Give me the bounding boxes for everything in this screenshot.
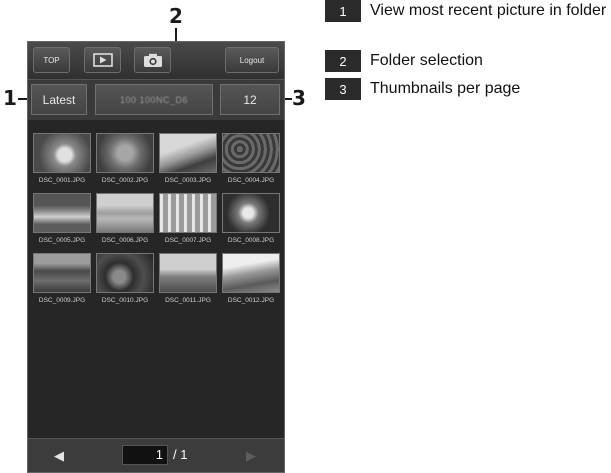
thumbnail-image[interactable]	[159, 253, 217, 293]
prev-arrow-icon: ◀	[54, 448, 64, 463]
thumbnail-item[interactable]: DSC_0012.JPG	[222, 253, 280, 304]
thumbnail-filename: DSC_0011.JPG	[165, 297, 211, 304]
pagination-bar: ◀ 1 / 1 ▶	[28, 438, 284, 472]
thumbnail-filename: DSC_0007.JPG	[164, 237, 212, 244]
thumbnail-item[interactable]: DSC_0010.JPG	[96, 253, 154, 304]
playback-button[interactable]	[84, 47, 121, 73]
legend-item: 1 View most recent picture in folder	[325, 0, 610, 22]
thumbnail-grid: DSC_0001.JPG DSC_0002.JPG DSC_0003.JPG D…	[33, 133, 281, 304]
thumbnail-filename: DSC_0006.JPG	[101, 237, 149, 244]
thumbnail-image[interactable]	[33, 133, 91, 173]
page-number-input[interactable]: 1	[122, 445, 168, 465]
latest-label: Latest	[42, 92, 76, 107]
thumbnail-item[interactable]: DSC_0004.JPG	[222, 133, 280, 184]
thumbnail-item[interactable]: DSC_0002.JPG	[96, 133, 154, 184]
playback-icon	[92, 53, 113, 67]
thumbnail-image[interactable]	[96, 193, 154, 233]
next-arrow-icon: ▶	[246, 448, 256, 463]
thumbnails-per-page-select[interactable]: 12	[220, 84, 280, 115]
thumbnail-item[interactable]: DSC_0007.JPG	[159, 193, 217, 244]
control-bar: Latest 100 100NC_D6 12	[28, 80, 284, 120]
folder-select[interactable]: 100 100NC_D6	[95, 84, 213, 115]
legend-number: 3	[325, 78, 361, 100]
legend-item: 3 Thumbnails per page	[325, 78, 610, 100]
logout-button[interactable]: Logout	[225, 47, 279, 73]
next-page-button[interactable]: ▶	[246, 448, 256, 464]
callout-2: 2	[169, 4, 183, 28]
legend-number: 1	[325, 0, 361, 22]
thumbnail-filename: DSC_0009.JPG	[38, 297, 86, 304]
thumbnail-filename: DSC_0001.JPG	[38, 177, 86, 184]
legend-text: Folder selection	[370, 52, 483, 69]
thumbnail-filename: DSC_0005.JPG	[38, 237, 86, 244]
thumbnail-image[interactable]	[96, 133, 154, 173]
thumbnail-filename: DSC_0010.JPG	[101, 297, 149, 304]
legend-text: Thumbnails per page	[370, 80, 521, 97]
thumbnail-filename: DSC_0004.JPG	[227, 177, 275, 184]
thumbnail-image[interactable]	[159, 193, 217, 233]
legend-item: 2 Folder selection	[325, 50, 610, 72]
thumbnail-item[interactable]: DSC_0008.JPG	[222, 193, 280, 244]
callout-3: 3	[292, 86, 306, 110]
thumbnails-per-page-value: 12	[243, 92, 257, 107]
phone-screen: TOP Logout Latest 100 100NC_D6 12 DSC_00…	[27, 41, 285, 473]
thumbnail-item[interactable]: DSC_0009.JPG	[33, 253, 91, 304]
thumbnail-item[interactable]: DSC_0006.JPG	[96, 193, 154, 244]
thumbnail-image[interactable]	[33, 193, 91, 233]
camera-button[interactable]	[134, 47, 171, 73]
thumbnail-item[interactable]: DSC_0003.JPG	[159, 133, 217, 184]
top-button-label: TOP	[43, 55, 60, 65]
page-total: / 1	[173, 447, 188, 462]
thumbnail-image[interactable]	[96, 253, 154, 293]
top-button[interactable]: TOP	[33, 47, 70, 73]
thumbnail-image[interactable]	[222, 193, 280, 233]
thumbnail-image[interactable]	[222, 133, 280, 173]
callout-1: 1	[3, 86, 17, 110]
thumbnail-image[interactable]	[33, 253, 91, 293]
legend-number: 2	[325, 50, 361, 72]
thumbnail-filename: DSC_0003.JPG	[164, 177, 212, 184]
legend-text: View most recent picture in folder	[370, 2, 607, 19]
latest-button[interactable]: Latest	[31, 84, 87, 115]
thumbnail-image[interactable]	[159, 133, 217, 173]
folder-select-value: 100 100NC_D6	[119, 94, 189, 105]
camera-icon	[143, 53, 162, 67]
thumbnail-filename: DSC_0002.JPG	[101, 177, 149, 184]
logout-label: Logout	[239, 55, 265, 65]
thumbnail-item[interactable]: DSC_0001.JPG	[33, 133, 91, 184]
thumbnail-image[interactable]	[222, 253, 280, 293]
thumbnail-item[interactable]: DSC_0011.JPG	[159, 253, 217, 304]
thumbnail-filename: DSC_0008.JPG	[227, 237, 275, 244]
thumbnail-filename: DSC_0012.JPG	[227, 297, 275, 304]
thumbnail-item[interactable]: DSC_0005.JPG	[33, 193, 91, 244]
prev-page-button[interactable]: ◀	[54, 448, 64, 464]
top-toolbar: TOP Logout	[28, 42, 284, 80]
